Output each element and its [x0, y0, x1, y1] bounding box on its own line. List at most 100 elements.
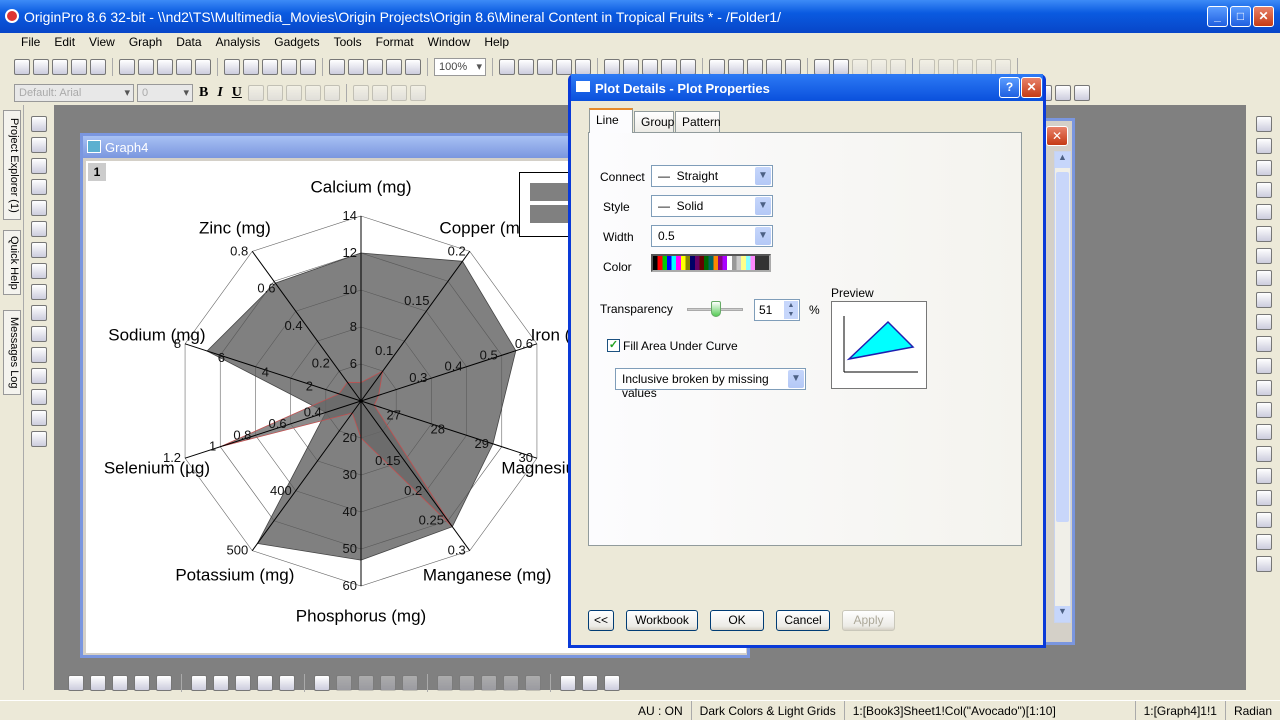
- recalculate-icon[interactable]: [405, 59, 421, 75]
- table-icon[interactable]: [1256, 314, 1272, 330]
- front-icon[interactable]: [1256, 534, 1272, 550]
- tab-messages-log[interactable]: Messages Log: [3, 310, 21, 395]
- arrow-icon[interactable]: [31, 326, 47, 342]
- region-icon[interactable]: [31, 410, 47, 426]
- supsubscript-icon[interactable]: [285, 85, 302, 101]
- apply-button[interactable]: Apply: [842, 610, 895, 631]
- pie-icon[interactable]: [503, 675, 519, 691]
- collapse-button[interactable]: <<: [588, 610, 614, 631]
- add-column-icon[interactable]: [642, 59, 658, 75]
- data-reader-icon[interactable]: [31, 179, 47, 195]
- expand-icon[interactable]: [1054, 85, 1071, 101]
- grouped-icon[interactable]: [525, 675, 541, 691]
- ternary-icon[interactable]: [481, 675, 497, 691]
- tab-pattern[interactable]: Pattern: [675, 111, 721, 132]
- previous-icon[interactable]: [995, 59, 1011, 75]
- annotate-icon[interactable]: [31, 431, 47, 447]
- ok-button[interactable]: OK: [710, 610, 764, 631]
- color-scale-icon[interactable]: [1256, 358, 1272, 374]
- line-symbol-icon[interactable]: [112, 675, 128, 691]
- stack-icon[interactable]: [191, 675, 207, 691]
- stacked-plot-icon[interactable]: [785, 59, 801, 75]
- decrease-font-icon[interactable]: [352, 85, 369, 101]
- greek-icon[interactable]: [304, 85, 321, 101]
- font-color-icon[interactable]: [409, 85, 426, 101]
- new-graph-icon[interactable]: [90, 59, 106, 75]
- align-top-icon[interactable]: [1256, 446, 1272, 462]
- polar-icon[interactable]: [257, 675, 273, 691]
- add-layer-icon[interactable]: [1256, 160, 1272, 176]
- layer-icon[interactable]: [623, 59, 639, 75]
- rectangle-icon[interactable]: [31, 368, 47, 384]
- new-matrix-icon[interactable]: [119, 59, 135, 75]
- new-3d-icon[interactable]: [195, 59, 211, 75]
- back-icon[interactable]: [1256, 556, 1272, 572]
- vertical-scrollbar[interactable]: ▲ ▼: [1054, 151, 1071, 623]
- increase-font-icon[interactable]: [323, 85, 340, 101]
- results-log-icon[interactable]: [556, 59, 572, 75]
- layer-arrange-icon[interactable]: [1256, 116, 1272, 132]
- subscript-icon[interactable]: [266, 85, 283, 101]
- tab-project-explorer[interactable]: Project Explorer (1): [3, 110, 21, 220]
- data-selector-icon[interactable]: [31, 221, 47, 237]
- font-size-combo[interactable]: 0: [137, 84, 193, 102]
- fill-area-icon[interactable]: [235, 675, 251, 691]
- statistics-icon[interactable]: [314, 675, 330, 691]
- box-icon[interactable]: [459, 675, 475, 691]
- close-button[interactable]: ✕: [1253, 6, 1274, 27]
- column-icon[interactable]: [134, 675, 150, 691]
- refresh-icon[interactable]: [518, 59, 534, 75]
- vertical-icon[interactable]: [582, 675, 598, 691]
- origin-app-icon[interactable]: [5, 9, 19, 23]
- menu-data[interactable]: Data: [169, 33, 208, 52]
- sort-icon[interactable]: [680, 59, 696, 75]
- transparency-spinner[interactable]: 51 ▲ ▼: [754, 299, 800, 321]
- contour-icon[interactable]: [358, 675, 374, 691]
- maximize-button[interactable]: □: [1230, 6, 1251, 27]
- color-picker[interactable]: [651, 254, 771, 272]
- scatter-icon[interactable]: [90, 675, 106, 691]
- new-notes-icon[interactable]: [176, 59, 192, 75]
- add-axis-icon[interactable]: [1256, 226, 1272, 242]
- open-template-icon[interactable]: [243, 59, 259, 75]
- superscript-icon[interactable]: [247, 85, 264, 101]
- minimize-button[interactable]: _: [1207, 6, 1228, 27]
- timestamp-icon[interactable]: [1256, 336, 1272, 352]
- dialog-title-bar[interactable]: Plot Details - Plot Properties ? ✕: [571, 74, 1043, 101]
- bold-button[interactable]: B: [196, 85, 211, 101]
- same-height-icon[interactable]: [1256, 512, 1272, 528]
- stacked-lines-icon[interactable]: [560, 675, 576, 691]
- same-width-icon[interactable]: [1256, 490, 1272, 506]
- extract-icon[interactable]: [1256, 204, 1272, 220]
- surface-icon[interactable]: [380, 675, 396, 691]
- zoom-combo[interactable]: 100%: [434, 58, 486, 76]
- menu-analysis[interactable]: Analysis: [209, 33, 268, 52]
- align-right-icon[interactable]: [1256, 424, 1272, 440]
- menu-window[interactable]: Window: [421, 33, 478, 52]
- underline-button[interactable]: U: [229, 85, 245, 101]
- project-explorer-icon[interactable]: [604, 59, 620, 75]
- menu-edit[interactable]: Edit: [47, 33, 82, 52]
- code-builder-icon[interactable]: [537, 59, 553, 75]
- 3d-icon[interactable]: [279, 675, 295, 691]
- first-icon[interactable]: [976, 59, 992, 75]
- swap-icon[interactable]: [1256, 270, 1272, 286]
- command-window-icon[interactable]: [575, 59, 591, 75]
- new-project-icon[interactable]: [14, 59, 30, 75]
- help-button[interactable]: ?: [999, 77, 1020, 98]
- column-stats-icon[interactable]: [728, 59, 744, 75]
- line-style-icon[interactable]: [390, 85, 407, 101]
- layer-mgmt-icon[interactable]: [1256, 380, 1272, 396]
- transparency-slider[interactable]: [687, 301, 743, 317]
- line-icon[interactable]: [68, 675, 84, 691]
- font-combo[interactable]: Default: Arial: [14, 84, 134, 102]
- import-ascii-icon[interactable]: [348, 59, 364, 75]
- layer-number-badge[interactable]: 1: [88, 163, 106, 181]
- menu-file[interactable]: File: [14, 33, 47, 52]
- hand-icon[interactable]: [31, 389, 47, 405]
- new-excel-icon[interactable]: [71, 59, 87, 75]
- save-project-icon[interactable]: [281, 59, 297, 75]
- line-plot-icon[interactable]: [747, 59, 763, 75]
- area-icon[interactable]: [213, 675, 229, 691]
- italic-button[interactable]: I: [214, 85, 225, 101]
